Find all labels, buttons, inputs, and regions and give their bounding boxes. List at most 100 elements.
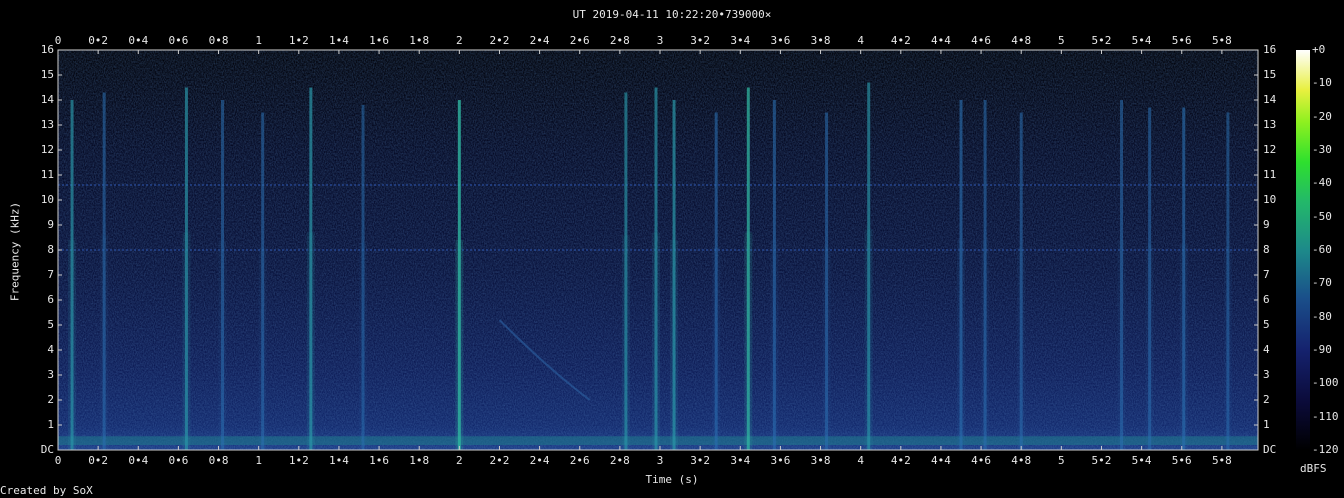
y-tick-left: 14 (40, 93, 54, 106)
x-tick-top: 3•8 (810, 34, 831, 47)
y-tick-left: 3 (47, 368, 54, 381)
y-tick-left: 2 (47, 393, 54, 406)
event-glow (359, 243, 368, 450)
x-tick-bottom: 0•2 (88, 454, 109, 467)
x-tick-top: 1•4 (328, 34, 349, 47)
spectrogram-plot (57, 49, 1310, 451)
x-tick-bottom: 1•4 (328, 454, 349, 467)
x-tick-top: 0•2 (88, 34, 109, 47)
y-tick-right: 12 (1263, 143, 1277, 156)
y-tick-left: DC (40, 443, 54, 456)
x-tick-top: 1•2 (288, 34, 309, 47)
colorbar (1296, 50, 1310, 450)
y-tick-right: 10 (1263, 193, 1277, 206)
x-tick-top: 5•8 (1211, 34, 1232, 47)
colorbar-tick: -10 (1312, 76, 1332, 90)
y-tick-left: 12 (40, 143, 54, 156)
x-tick-top: 4•8 (1011, 34, 1032, 47)
x-tick-top: 1•6 (369, 34, 389, 47)
x-tick-bottom: 2•8 (609, 454, 630, 467)
colorbar-tick: -80 (1312, 309, 1332, 323)
x-tick-bottom: 2•6 (569, 454, 590, 467)
x-tick-bottom: 3•8 (810, 454, 831, 467)
event-glow (100, 235, 109, 450)
y-tick-left: 11 (40, 168, 54, 181)
y-tick-left: 13 (40, 118, 54, 131)
event-glow (957, 240, 966, 450)
x-tick-bottom: 1•2 (288, 454, 309, 467)
x-tick-top: 2 (456, 34, 463, 47)
x-tick-top: 0•6 (168, 34, 189, 47)
y-tick-left: 7 (47, 268, 54, 281)
x-tick-top: 3•2 (690, 34, 711, 47)
y-tick-right: 9 (1263, 218, 1270, 231)
y-tick-left: 10 (40, 193, 54, 206)
colorbar-unit-label: dBFS (1300, 462, 1327, 475)
x-tick-bottom: 3•2 (690, 454, 711, 467)
x-tick-bottom: 4•4 (931, 454, 951, 467)
x-tick-bottom: 5•6 (1171, 454, 1192, 467)
y-tick-left: 16 (40, 43, 54, 56)
x-tick-bottom: 4•8 (1011, 454, 1032, 467)
y-tick-right: 3 (1263, 368, 1270, 381)
x-tick-top: 0•4 (128, 34, 149, 47)
x-tick-top: 5•4 (1131, 34, 1152, 47)
y-tick-left: 6 (47, 293, 54, 306)
y-tick-left: 5 (47, 318, 54, 331)
x-tick-bottom: 5•8 (1211, 454, 1232, 467)
x-tick-top: 3 (656, 34, 664, 47)
colorbar-tick: -20 (1312, 109, 1332, 123)
colorbar-tick: -30 (1312, 143, 1332, 156)
colorbar-tick: -60 (1312, 243, 1332, 256)
x-tick-bottom: 5•4 (1131, 454, 1152, 467)
y-tick-right: 8 (1263, 243, 1270, 256)
event-glow (864, 229, 873, 450)
x-tick-bottom: 4 (857, 454, 864, 467)
event-glow (822, 247, 831, 450)
x-tick-top: 4 (857, 34, 864, 47)
y-tick-left: 9 (47, 218, 54, 231)
x-tick-bottom: 2 (456, 454, 463, 467)
y-tick-right: 15 (1263, 68, 1277, 81)
event-glow (1179, 244, 1188, 450)
x-tick-bottom: 2•2 (489, 454, 510, 467)
y-tick-left: 15 (40, 68, 54, 81)
event-glow (182, 232, 191, 450)
event-glow (455, 240, 464, 450)
event-glow (770, 240, 779, 450)
event-glow (651, 232, 660, 450)
x-tick-top: 4•6 (971, 34, 991, 47)
x-tick-top: 0•8 (208, 34, 229, 47)
y-tick-right: 1 (1263, 418, 1270, 431)
x-tick-bottom: 1 (255, 454, 262, 467)
colorbar-tick: -120 (1312, 443, 1339, 456)
event-glow (1017, 247, 1026, 450)
x-tick-bottom: 0•8 (208, 454, 229, 467)
credit-text: Created by SoX (0, 484, 93, 497)
event-glow (218, 240, 227, 450)
colorbar-tick: -70 (1312, 276, 1332, 290)
y-tick-left: 4 (47, 343, 54, 356)
colorbar-tick: +0 (1312, 43, 1326, 56)
colorbar-tick: -110 (1312, 409, 1339, 423)
x-tick-top: 3•4 (730, 34, 751, 47)
event-glow (670, 240, 679, 450)
y-tick-right: DC (1263, 443, 1277, 456)
x-tick-bottom: 5 (1058, 454, 1065, 467)
x-tick-top: 1•8 (409, 34, 430, 47)
y-tick-left: 1 (47, 418, 54, 431)
x-tick-top: 2•4 (529, 34, 550, 47)
event-glow (1223, 247, 1232, 450)
x-tick-bottom: 4•2 (890, 454, 911, 467)
y-tick-right: 6 (1263, 293, 1270, 306)
x-tick-top: 5 (1058, 34, 1065, 47)
y-tick-right: 7 (1263, 268, 1270, 281)
event-glow (981, 240, 990, 450)
y-tick-right: 14 (1263, 93, 1277, 106)
x-tick-bottom: 3•4 (730, 454, 751, 467)
colorbar-tick: -50 (1312, 209, 1332, 223)
x-tick-top: 1 (255, 34, 262, 47)
x-tick-bottom: 1•6 (369, 454, 389, 467)
x-tick-top: 5•2 (1091, 34, 1112, 47)
x-tick-top: 5•6 (1171, 34, 1192, 47)
